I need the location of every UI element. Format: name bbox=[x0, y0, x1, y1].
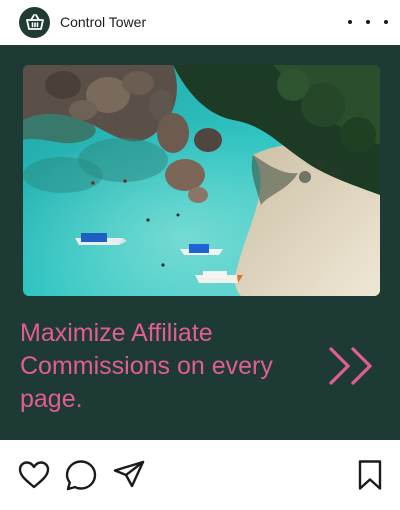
more-horizontal-icon-dot bbox=[384, 20, 388, 24]
more-horizontal-icon bbox=[348, 20, 352, 24]
save-button[interactable] bbox=[353, 458, 387, 492]
comment-icon bbox=[65, 460, 97, 491]
account-avatar[interactable] bbox=[19, 7, 50, 38]
shopping-basket-icon bbox=[25, 13, 44, 30]
double-chevron-right-icon bbox=[328, 346, 373, 386]
heart-icon bbox=[18, 461, 50, 489]
post-actions-bar bbox=[0, 440, 400, 510]
next-button[interactable] bbox=[326, 345, 378, 387]
account-name[interactable]: Control Tower bbox=[60, 13, 146, 31]
post-image bbox=[23, 65, 380, 296]
send-icon bbox=[113, 460, 145, 488]
more-horizontal-icon-dot bbox=[366, 20, 370, 24]
post-header: Control Tower bbox=[0, 0, 400, 44]
bookmark-icon bbox=[358, 460, 382, 490]
share-button[interactable] bbox=[112, 458, 146, 492]
comment-button[interactable] bbox=[64, 458, 98, 492]
post-media[interactable]: Maximize Affiliate Commissions on every … bbox=[0, 45, 400, 440]
post-headline: Maximize Affiliate Commissions on every … bbox=[20, 319, 273, 413]
like-button[interactable] bbox=[17, 458, 51, 492]
more-options-button[interactable] bbox=[348, 12, 388, 32]
